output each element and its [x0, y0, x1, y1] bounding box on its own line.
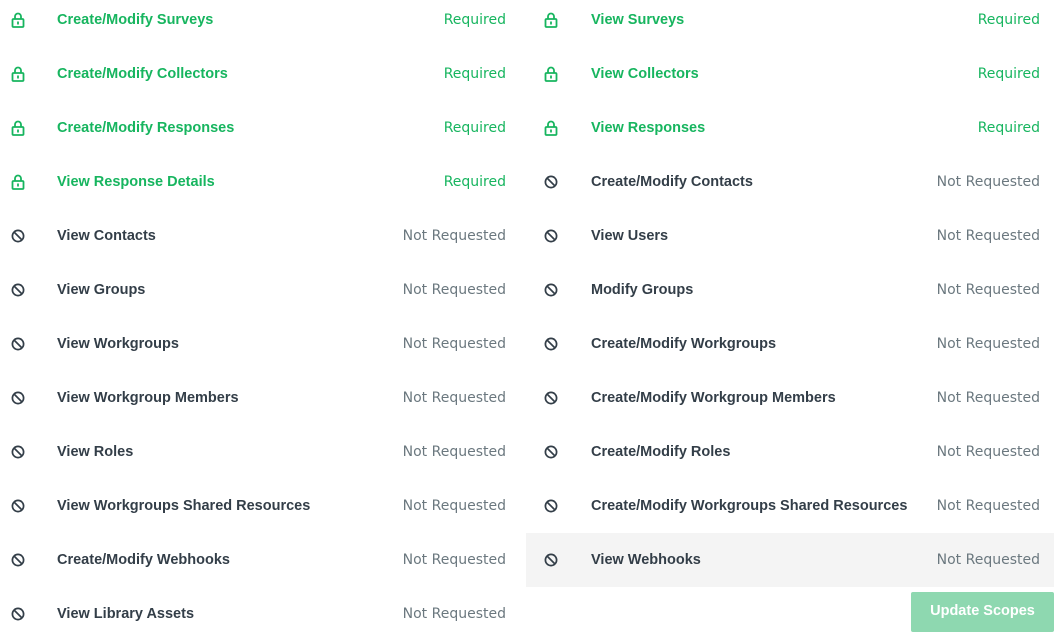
ban-icon [543, 390, 559, 406]
scope-row[interactable]: Create/Modify Contacts Not Requested [526, 155, 1054, 209]
scope-status: Not Requested [402, 282, 506, 298]
scope-status: Not Requested [936, 390, 1040, 406]
scopes-column-right: View Surveys Required View Collectors Re… [526, 0, 1054, 587]
ban-icon [543, 552, 559, 568]
scope-label: View Webhooks [591, 552, 701, 568]
scope-row[interactable]: Create/Modify Surveys Required [0, 0, 520, 47]
scope-label: View Contacts [57, 228, 156, 244]
scope-status: Required [977, 66, 1040, 82]
ban-icon [543, 174, 559, 190]
scope-row[interactable]: View Collectors Required [526, 47, 1054, 101]
scope-row[interactable]: View Workgroups Not Requested [0, 317, 520, 371]
scope-row[interactable]: Create/Modify Workgroup Members Not Requ… [526, 371, 1054, 425]
scope-status: Not Requested [936, 552, 1040, 568]
scope-row[interactable]: View Workgroups Shared Resources Not Req… [0, 479, 520, 533]
scope-status: Not Requested [402, 336, 506, 352]
scope-row[interactable]: Create/Modify Webhooks Not Requested [0, 533, 520, 587]
lock-icon [543, 120, 559, 136]
scope-row[interactable]: View Webhooks Not Requested [526, 533, 1054, 587]
ban-icon [543, 228, 559, 244]
scope-label: Create/Modify Webhooks [57, 552, 230, 568]
scope-status: Not Requested [402, 498, 506, 514]
scope-label: Create/Modify Surveys [57, 12, 214, 28]
scope-status: Not Requested [936, 282, 1040, 298]
scope-status: Required [443, 12, 506, 28]
scope-row[interactable]: View Groups Not Requested [0, 263, 520, 317]
ban-icon [10, 552, 26, 568]
ban-icon [10, 228, 26, 244]
scope-status: Required [443, 120, 506, 136]
scopes-column-left: Create/Modify Surveys Required Create/Mo… [0, 0, 520, 641]
scope-label: View Roles [57, 444, 134, 460]
scope-row[interactable]: Create/Modify Roles Not Requested [526, 425, 1054, 479]
scope-label: Modify Groups [591, 282, 694, 298]
scope-row[interactable]: View Workgroup Members Not Requested [0, 371, 520, 425]
ban-icon [543, 444, 559, 460]
scope-row[interactable]: Modify Groups Not Requested [526, 263, 1054, 317]
ban-icon [10, 390, 26, 406]
scope-row[interactable]: View Surveys Required [526, 0, 1054, 47]
scope-label: View Groups [57, 282, 146, 298]
ban-icon [10, 444, 26, 460]
scope-status: Not Requested [936, 336, 1040, 352]
lock-icon [10, 66, 26, 82]
scope-label: View Surveys [591, 12, 685, 28]
scope-row[interactable]: Create/Modify Collectors Required [0, 47, 520, 101]
scope-label: Create/Modify Workgroups Shared Resource… [591, 498, 908, 514]
scope-label: Create/Modify Roles [591, 444, 731, 460]
scope-label: View Workgroups Shared Resources [57, 498, 311, 514]
scope-row[interactable]: View Contacts Not Requested [0, 209, 520, 263]
scope-label: View Library Assets [57, 606, 195, 622]
scope-label: View Workgroups [57, 336, 179, 352]
ban-icon [543, 336, 559, 352]
scope-label: Create/Modify Contacts [591, 174, 753, 190]
scope-status: Not Requested [402, 444, 506, 460]
scope-label: View Response Details [57, 174, 215, 190]
scope-label: Create/Modify Collectors [57, 66, 228, 82]
update-scopes-button[interactable]: Update Scopes [911, 592, 1054, 632]
scope-row[interactable]: Create/Modify Workgroups Not Requested [526, 317, 1054, 371]
scope-row[interactable]: View Roles Not Requested [0, 425, 520, 479]
scope-label: Create/Modify Responses [57, 120, 235, 136]
scope-row[interactable]: Create/Modify Workgroups Shared Resource… [526, 479, 1054, 533]
lock-icon [10, 120, 26, 136]
scope-label: View Workgroup Members [57, 390, 239, 406]
scope-status: Not Requested [402, 228, 506, 244]
scope-status: Not Requested [402, 606, 506, 622]
lock-icon [10, 174, 26, 190]
scope-row[interactable]: View Response Details Required [0, 155, 520, 209]
scope-status: Not Requested [402, 552, 506, 568]
lock-icon [543, 66, 559, 82]
scope-label: View Collectors [591, 66, 699, 82]
scope-status: Not Requested [936, 498, 1040, 514]
scope-row[interactable]: View Users Not Requested [526, 209, 1054, 263]
ban-icon [10, 606, 26, 622]
scope-label: Create/Modify Workgroups [591, 336, 777, 352]
scope-label: View Responses [591, 120, 706, 136]
scope-status: Not Requested [936, 174, 1040, 190]
scope-status: Not Requested [402, 390, 506, 406]
scope-row[interactable]: View Library Assets Not Requested [0, 587, 520, 641]
ban-icon [543, 282, 559, 298]
lock-icon [543, 12, 559, 28]
scope-label: Create/Modify Workgroup Members [591, 390, 836, 406]
scope-status: Not Requested [936, 444, 1040, 460]
scope-status: Not Requested [936, 228, 1040, 244]
scope-status: Required [443, 66, 506, 82]
ban-icon [543, 498, 559, 514]
ban-icon [10, 282, 26, 298]
scope-label: View Users [591, 228, 669, 244]
scope-status: Required [977, 12, 1040, 28]
scope-row[interactable]: Create/Modify Responses Required [0, 101, 520, 155]
scope-status: Required [977, 120, 1040, 136]
scope-status: Required [443, 174, 506, 190]
lock-icon [10, 12, 26, 28]
scope-row[interactable]: View Responses Required [526, 101, 1054, 155]
ban-icon [10, 498, 26, 514]
ban-icon [10, 336, 26, 352]
